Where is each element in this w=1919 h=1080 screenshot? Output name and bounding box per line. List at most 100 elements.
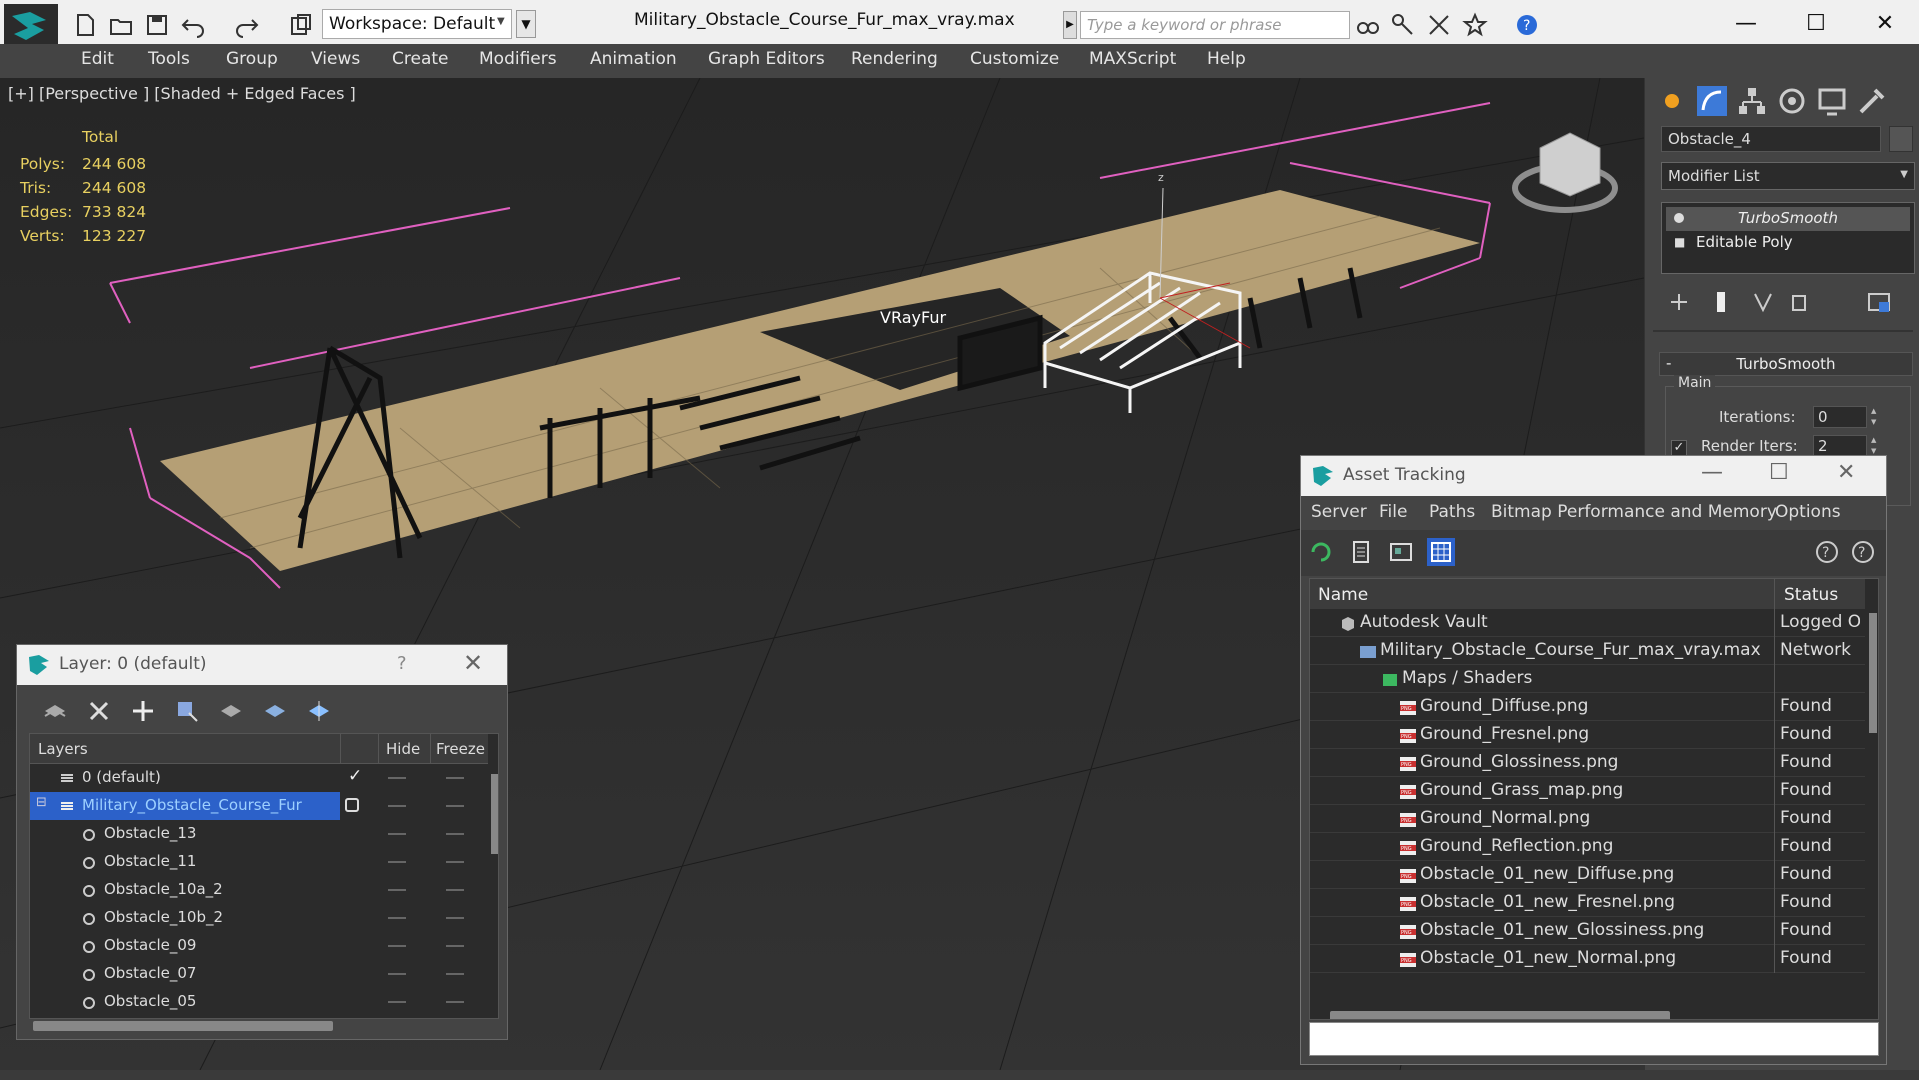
close-button[interactable]: ✕ [1837, 460, 1855, 485]
asset-row[interactable]: PNG Obstacle_01_new_Fresnel.png Found [1310, 889, 1865, 917]
hide-toggle[interactable] [388, 777, 406, 779]
redo-icon[interactable] [234, 12, 260, 38]
horizontal-scrollbar[interactable] [33, 1021, 333, 1031]
asset-row[interactable]: PNG Obstacle_01_new_Glossiness.png Found [1310, 917, 1865, 945]
thumbnail-view-icon[interactable] [1387, 538, 1415, 566]
undo-icon[interactable] [180, 12, 206, 38]
project-folder-icon[interactable] [288, 12, 314, 38]
remove-modifier-icon[interactable] [1785, 288, 1813, 316]
iterations-spinner[interactable]: 0 [1813, 406, 1867, 428]
object-name-field[interactable]: Obstacle_4 [1661, 126, 1881, 152]
exchange-icon[interactable] [1426, 12, 1452, 38]
menu-file[interactable]: File [1379, 502, 1407, 522]
menu-edit[interactable]: Edit [81, 49, 114, 69]
search-input[interactable]: Type a keyword or phrase [1080, 11, 1350, 39]
hide-toggle[interactable] [388, 833, 406, 835]
menu-graph-editors[interactable]: Graph Editors [708, 49, 825, 69]
menu-customize[interactable]: Customize [970, 49, 1059, 69]
hide-toggle[interactable] [388, 889, 406, 891]
spinner-arrows-icon[interactable]: ▲ ▼ [1871, 406, 1881, 428]
asset-tracking-titlebar[interactable]: Asset Tracking — ☐ ✕ [1301, 456, 1886, 496]
delete-layer-icon[interactable] [85, 697, 113, 725]
hide-toggle[interactable] [388, 973, 406, 975]
hide-toggle[interactable] [388, 945, 406, 947]
asset-row[interactable]: PNG Ground_Fresnel.png Found [1310, 721, 1865, 749]
layer-row-military-obstacle-course-fur[interactable]: ⊟ Military_Obstacle_Course_Fur [30, 792, 340, 820]
favorites-star-icon[interactable] [1462, 12, 1488, 38]
table-view-icon[interactable] [1427, 538, 1455, 566]
column-hide[interactable]: Hide [386, 740, 420, 758]
freeze-all-icon[interactable] [305, 697, 333, 725]
layer-dialog-titlebar[interactable]: Layer: 0 (default) ? ✕ [17, 645, 507, 685]
asset-row[interactable]: PNG Ground_Normal.png Found [1310, 805, 1865, 833]
stack-item-turbosmooth[interactable]: TurboSmooth [1666, 207, 1910, 231]
freeze-toggle[interactable] [446, 973, 464, 975]
active-layer-checkmark-icon[interactable]: ✓ [348, 766, 362, 786]
menu-rendering[interactable]: Rendering [851, 49, 938, 69]
refresh-icon[interactable] [1307, 538, 1335, 566]
asset-row[interactable]: PNG Obstacle_01_new_Normal.png Found [1310, 945, 1865, 973]
layer-row-object[interactable]: Obstacle_05 [30, 988, 488, 1016]
binoculars-icon[interactable] [1355, 12, 1381, 38]
highlight-layer-icon[interactable] [217, 697, 245, 725]
open-folder-icon[interactable] [108, 12, 134, 38]
column-name[interactable]: Name [1318, 585, 1368, 605]
maximize-button[interactable]: ☐ [1793, 6, 1839, 42]
show-end-result-icon[interactable] [1707, 288, 1735, 316]
hide-toggle[interactable] [388, 917, 406, 919]
hide-all-icon[interactable] [261, 697, 289, 725]
viewport-label[interactable]: [+] [Perspective ] [Shaded + Edged Faces… [8, 84, 356, 103]
asset-row[interactable]: PNG Ground_Diffuse.png Found [1310, 693, 1865, 721]
layer-row-object[interactable]: Obstacle_13 [30, 820, 488, 848]
pin-stack-icon[interactable] [1665, 288, 1693, 316]
turbosmooth-rollout-header[interactable]: - TurboSmooth [1659, 352, 1913, 376]
asset-row[interactable]: PNG Ground_Glossiness.png Found [1310, 749, 1865, 777]
minimize-button[interactable]: — [1701, 460, 1723, 485]
minimize-button[interactable]: — [1723, 6, 1769, 42]
list-view-icon[interactable] [1347, 538, 1375, 566]
menu-views[interactable]: Views [311, 49, 360, 69]
scrollbar-thumb[interactable] [491, 774, 498, 854]
vertical-scrollbar[interactable] [1867, 609, 1878, 989]
scrollbar-thumb[interactable] [1869, 613, 1877, 733]
hide-toggle[interactable] [388, 805, 406, 807]
freeze-toggle[interactable] [446, 805, 464, 807]
hide-toggle[interactable] [388, 861, 406, 863]
app-logo-icon[interactable] [4, 4, 58, 48]
add-to-layer-icon[interactable] [41, 697, 69, 725]
motion-tab-icon[interactable] [1775, 84, 1809, 118]
make-unique-icon[interactable] [1749, 288, 1777, 316]
help-button[interactable]: ? [397, 653, 407, 674]
help-icon[interactable]: ? [1514, 12, 1540, 38]
layer-row-object[interactable]: Obstacle_07 [30, 960, 488, 988]
create-layer-icon[interactable] [129, 697, 157, 725]
modifier-list-dropdown[interactable]: Modifier List ▼ [1661, 162, 1915, 190]
freeze-toggle[interactable] [446, 777, 464, 779]
close-button[interactable]: ✕ [1862, 6, 1908, 42]
object-color-swatch[interactable] [1889, 126, 1913, 152]
maximize-button[interactable]: ☐ [1769, 460, 1789, 485]
menu-tools[interactable]: Tools [148, 49, 190, 69]
menu-bitmap-performance[interactable]: Bitmap Performance and Memory [1491, 502, 1777, 522]
asset-row[interactable]: PNG Ground_Grass_map.png Found [1310, 777, 1865, 805]
stack-item-editable-poly[interactable]: ■ Editable Poly [1666, 231, 1910, 255]
display-tab-icon[interactable] [1815, 84, 1849, 118]
menu-help[interactable]: Help [1207, 49, 1246, 69]
lightbulb-icon[interactable] [1674, 213, 1684, 223]
vertical-scrollbar[interactable] [490, 764, 498, 1018]
hide-toggle[interactable] [388, 1001, 406, 1003]
help-icon[interactable]: ? [1813, 538, 1841, 566]
freeze-toggle[interactable] [446, 833, 464, 835]
menu-modifiers[interactable]: Modifiers [479, 49, 557, 69]
workspace-dropdown[interactable]: Workspace: Default [322, 9, 512, 39]
menu-options[interactable]: Options [1775, 502, 1841, 522]
layer-row-object[interactable]: Obstacle_09 [30, 932, 488, 960]
freeze-toggle[interactable] [446, 945, 464, 947]
collapse-icon[interactable]: ⊟ [36, 795, 47, 810]
context-help-icon[interactable]: ? [1849, 538, 1877, 566]
search-expand-button[interactable]: ▶ [1063, 11, 1077, 39]
workspace-menu-button[interactable]: ▼ [516, 10, 536, 38]
render-iters-spinner[interactable]: 2 [1813, 435, 1867, 457]
freeze-toggle[interactable] [446, 917, 464, 919]
expand-plus-icon[interactable]: ■ [1674, 235, 1685, 249]
